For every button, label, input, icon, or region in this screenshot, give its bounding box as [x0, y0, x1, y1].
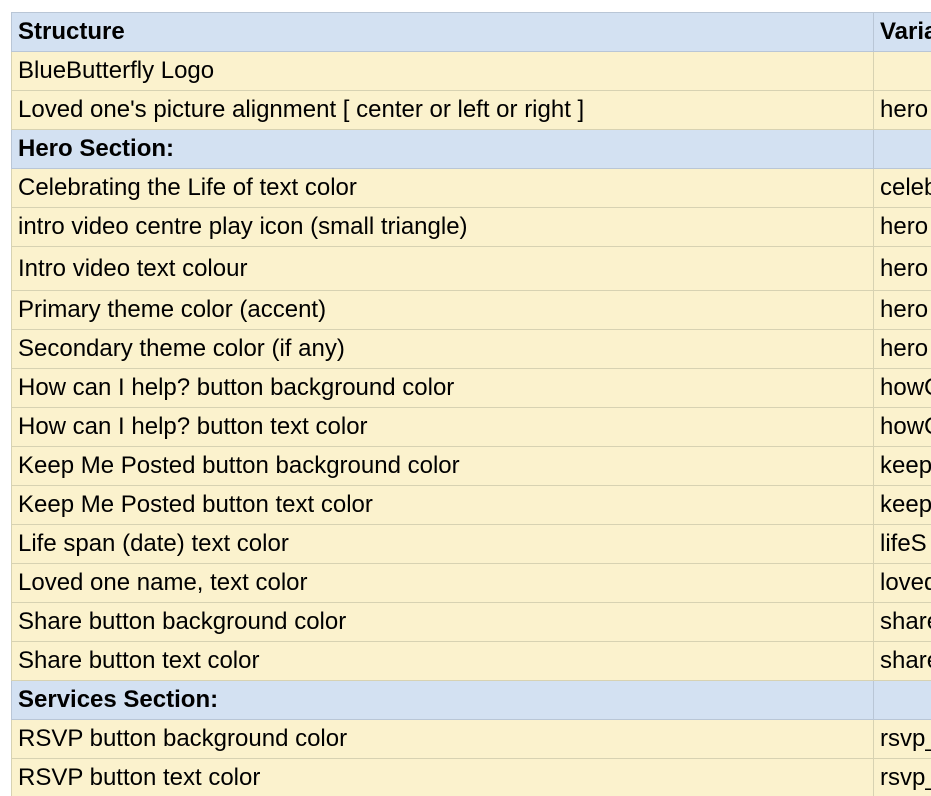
variable-cell[interactable]: share [873, 602, 931, 642]
section-row-hero: Hero Section: [11, 129, 931, 169]
header-variable-cell[interactable]: Varia [873, 12, 931, 52]
variable-cell[interactable]: rsvp_ [873, 758, 931, 796]
variable-cell[interactable]: hero [873, 290, 931, 330]
table-row: Celebrating the Life of text color celeb [11, 168, 931, 208]
structure-cell[interactable]: RSVP button background color [11, 719, 874, 759]
structure-cell[interactable]: Primary theme color (accent) [11, 290, 874, 330]
variable-cell[interactable]: share [873, 641, 931, 681]
header-row: Structure Varia [11, 12, 931, 52]
spreadsheet-viewport: Structure Varia BlueButterfly Logo Loved… [0, 0, 931, 796]
section-title-cell[interactable]: Hero Section: [11, 129, 874, 169]
table-row: intro video centre play icon (small tria… [11, 207, 931, 247]
variable-cell[interactable]: lifeS [873, 524, 931, 564]
variable-cell[interactable]: celeb [873, 168, 931, 208]
table-row: Loved one's picture alignment [ center o… [11, 90, 931, 130]
structure-cell[interactable]: BlueButterfly Logo [11, 51, 874, 91]
table-row: Share button background color share [11, 602, 931, 642]
table-row: Secondary theme color (if any) hero [11, 329, 931, 369]
table-row: Keep Me Posted button text color keep [11, 485, 931, 525]
table-row: How can I help? button background color … [11, 368, 931, 408]
table-row: Loved one name, text color loved [11, 563, 931, 603]
structure-cell[interactable]: intro video centre play icon (small tria… [11, 207, 874, 247]
variable-cell[interactable]: howC [873, 407, 931, 447]
variable-cell[interactable] [873, 129, 931, 169]
variable-cell[interactable]: rsvp_ [873, 719, 931, 759]
variable-cell[interactable]: hero [873, 329, 931, 369]
table-row: Intro video text colour hero [11, 246, 931, 291]
table-row: Keep Me Posted button background color k… [11, 446, 931, 486]
table-row: Share button text color share [11, 641, 931, 681]
table-row: Life span (date) text color lifeS [11, 524, 931, 564]
structure-cell[interactable]: RSVP button text color [11, 758, 874, 796]
structure-cell[interactable]: Loved one name, text color [11, 563, 874, 603]
variable-cell[interactable] [873, 51, 931, 91]
structure-cell[interactable]: Keep Me Posted button text color [11, 485, 874, 525]
structure-cell[interactable]: Intro video text colour [11, 246, 874, 291]
structure-cell[interactable]: Share button background color [11, 602, 874, 642]
table-row: RSVP button background color rsvp_ [11, 719, 931, 759]
structure-cell[interactable]: How can I help? button background color [11, 368, 874, 408]
table-row: BlueButterfly Logo [11, 51, 931, 91]
table-row: RSVP button text color rsvp_ [11, 758, 931, 796]
structure-cell[interactable]: Loved one's picture alignment [ center o… [11, 90, 874, 130]
structure-cell[interactable]: Life span (date) text color [11, 524, 874, 564]
section-title-cell[interactable]: Services Section: [11, 680, 874, 720]
variable-cell[interactable]: howC [873, 368, 931, 408]
variable-cell[interactable]: loved [873, 563, 931, 603]
structure-cell[interactable]: Celebrating the Life of text color [11, 168, 874, 208]
structure-variable-table: Structure Varia BlueButterfly Logo Loved… [11, 12, 931, 796]
structure-cell[interactable]: How can I help? button text color [11, 407, 874, 447]
structure-cell[interactable]: Secondary theme color (if any) [11, 329, 874, 369]
variable-cell[interactable]: hero [873, 207, 931, 247]
variable-cell[interactable]: hero [873, 246, 931, 291]
variable-cell[interactable]: hero [873, 90, 931, 130]
variable-cell[interactable] [873, 680, 931, 720]
table-row: How can I help? button text color howC [11, 407, 931, 447]
structure-cell[interactable]: Keep Me Posted button background color [11, 446, 874, 486]
header-structure-cell[interactable]: Structure [11, 12, 874, 52]
table-row: Primary theme color (accent) hero [11, 290, 931, 330]
section-row-services: Services Section: [11, 680, 931, 720]
variable-cell[interactable]: keep [873, 446, 931, 486]
structure-cell[interactable]: Share button text color [11, 641, 874, 681]
variable-cell[interactable]: keep [873, 485, 931, 525]
